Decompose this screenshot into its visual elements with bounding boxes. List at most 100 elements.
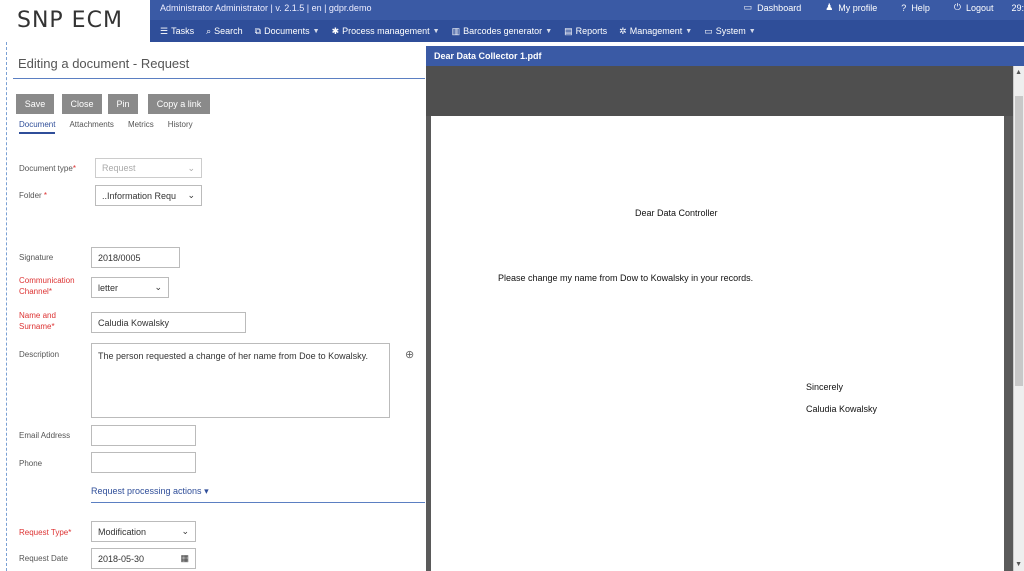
menu-label: Search xyxy=(214,26,243,36)
channel-value: letter xyxy=(98,282,119,293)
menu-management[interactable]: ✲ Management ▼ xyxy=(613,26,698,37)
calendar-icon: ▦ xyxy=(180,553,189,563)
pdf-viewer: Dear Data Collector 1.pdf Dear Data Cont… xyxy=(426,46,1024,571)
barcode-icon: ▥ xyxy=(451,25,461,36)
document-type-select[interactable]: Request ⌄ xyxy=(95,158,202,178)
main-menu: ☰ Tasks ⌕ Search ⧉ Documents ▼ ✱ Process mana… xyxy=(150,20,1024,42)
tab-document[interactable]: Document xyxy=(19,120,56,134)
chevron-down-icon: ⌄ xyxy=(181,526,189,536)
menu-label: Tasks xyxy=(171,26,195,36)
menu-search[interactable]: ⌕ Search xyxy=(200,26,249,37)
channel-label-text: Communication Channel xyxy=(19,276,75,296)
menu-label: Management xyxy=(629,26,683,36)
pdf-title: Dear Data Collector 1.pdf xyxy=(426,46,1024,66)
menu-label: Reports xyxy=(575,26,608,36)
copy-link-button[interactable]: Copy a link xyxy=(148,94,210,114)
close-button[interactable]: Close xyxy=(62,94,102,114)
tab-attachments[interactable]: Attachments xyxy=(69,120,113,134)
session-timer: 29: xyxy=(1011,2,1024,13)
search-icon: ⌕ xyxy=(206,25,212,36)
channel-select[interactable]: letter ⌄ xyxy=(91,277,169,298)
question-icon: ? xyxy=(901,2,907,13)
menu-tasks[interactable]: ☰ Tasks xyxy=(154,26,200,37)
document-type-label: Document type* xyxy=(19,164,76,173)
menu-reports[interactable]: ▤ Reports xyxy=(558,26,613,37)
request-date-label: Request Date xyxy=(19,554,68,563)
request-actions-toggle[interactable]: Request processing actions ▾ xyxy=(91,486,209,497)
scroll-thumb[interactable] xyxy=(1015,96,1023,386)
laptop-icon: ▭ xyxy=(704,25,713,36)
pdf-scrollbar[interactable]: ▲ ▼ xyxy=(1013,66,1024,571)
page-title: Editing a document - Request xyxy=(18,56,190,71)
book-icon: ▤ xyxy=(564,25,573,36)
dashboard-link[interactable]: ▭ Dashboard xyxy=(734,2,812,13)
folder-label: Folder * xyxy=(19,191,48,200)
menu-label: Documents xyxy=(264,26,310,36)
tab-history[interactable]: History xyxy=(168,120,193,134)
menu-system[interactable]: ▭ System ▼ xyxy=(698,26,761,37)
letter-body: Please change my name from Dow to Kowals… xyxy=(498,273,754,283)
request-type-value: Modification xyxy=(98,526,147,537)
profile-label: My profile xyxy=(838,2,878,13)
dashboard-label: Dashboard xyxy=(757,2,802,13)
documents-icon: ⧉ xyxy=(254,25,262,36)
gears-icon: ✲ xyxy=(619,25,627,36)
folder-select[interactable]: ..Information Requ ⌄ xyxy=(95,185,202,206)
name-label: Name and Surname* xyxy=(19,311,56,331)
phone-label: Phone xyxy=(19,459,43,468)
request-type-select[interactable]: Modification ⌄ xyxy=(91,521,196,542)
request-date-field[interactable]: 2018-05-30 ▦ xyxy=(91,548,196,569)
actions-divider xyxy=(91,502,425,503)
session-info: Administrator Administrator | v. 2.1.5 |… xyxy=(160,3,372,13)
tab-metrics[interactable]: Metrics xyxy=(128,120,154,134)
logout-label: Logout xyxy=(965,2,994,13)
menu-process-management[interactable]: ✱ Process management ▼ xyxy=(326,26,446,37)
name-field[interactable]: Caludia Kowalsky xyxy=(91,312,246,333)
folder-value: ..Information Requ xyxy=(102,190,177,201)
menu-label: Barcodes generator xyxy=(463,26,543,36)
save-button[interactable]: Save xyxy=(16,94,54,114)
signature-field[interactable]: 2018/0005 xyxy=(91,247,180,268)
pdf-toolbar xyxy=(426,66,1024,116)
app-logo: SNP ECM xyxy=(0,0,150,42)
chevron-down-icon: ⌄ xyxy=(187,162,195,173)
user-icon: ♟ xyxy=(825,2,834,12)
gear-icon: ✱ xyxy=(331,25,340,36)
phone-field[interactable] xyxy=(91,452,196,473)
description-label: Description xyxy=(19,350,60,359)
pin-button[interactable]: Pin xyxy=(108,94,138,114)
chevron-down-icon: ▼ xyxy=(748,27,756,35)
help-link[interactable]: ? Help xyxy=(891,2,940,13)
title-divider xyxy=(13,78,425,79)
top-links: ▭ Dashboard ♟ My profile ? Help ⏻ Logout 29: xyxy=(734,2,1024,13)
request-type-label: Request Type* xyxy=(19,528,72,537)
request-date-value: 2018-05-30 xyxy=(98,553,145,564)
chevron-down-icon: ▼ xyxy=(545,27,553,35)
document-type-value: Request xyxy=(102,163,136,173)
form-tabs: Document Attachments Metrics History xyxy=(19,120,193,134)
menu-label: Process management xyxy=(342,26,430,36)
chevron-down-icon: ⌄ xyxy=(154,282,162,292)
document-form: Editing a document - Request Save Close … xyxy=(6,42,425,571)
chevron-down-icon: ▼ xyxy=(312,27,320,35)
chevron-down-icon: ▼ xyxy=(432,27,440,35)
menu-documents[interactable]: ⧉ Documents ▼ xyxy=(249,26,326,37)
request-actions-label: Request processing actions xyxy=(91,486,202,496)
scroll-up-icon[interactable]: ▲ xyxy=(1015,69,1022,76)
zoom-in-icon[interactable]: ⊕ xyxy=(405,348,414,361)
letter-signature: Caludia Kowalsky xyxy=(806,404,878,414)
monitor-icon: ▭ xyxy=(743,2,753,12)
menu-barcodes[interactable]: ▥ Barcodes generator ▼ xyxy=(446,26,559,37)
profile-link[interactable]: ♟ My profile xyxy=(815,2,887,13)
email-field[interactable] xyxy=(91,425,196,446)
scroll-down-icon[interactable]: ▼ xyxy=(1015,561,1022,568)
document-type-label-text: Document type xyxy=(19,164,73,173)
chevron-down-icon: ⌄ xyxy=(187,190,195,200)
power-icon: ⏻ xyxy=(953,2,961,12)
logout-link[interactable]: ⏻ Logout xyxy=(944,2,1004,13)
help-label: Help xyxy=(911,2,930,13)
chevron-down-icon: ▼ xyxy=(685,27,693,35)
channel-label: Communication Channel* xyxy=(19,276,75,296)
letter-closing: Sincerely xyxy=(806,382,844,392)
description-textarea[interactable]: The person requested a change of her nam… xyxy=(91,343,390,418)
